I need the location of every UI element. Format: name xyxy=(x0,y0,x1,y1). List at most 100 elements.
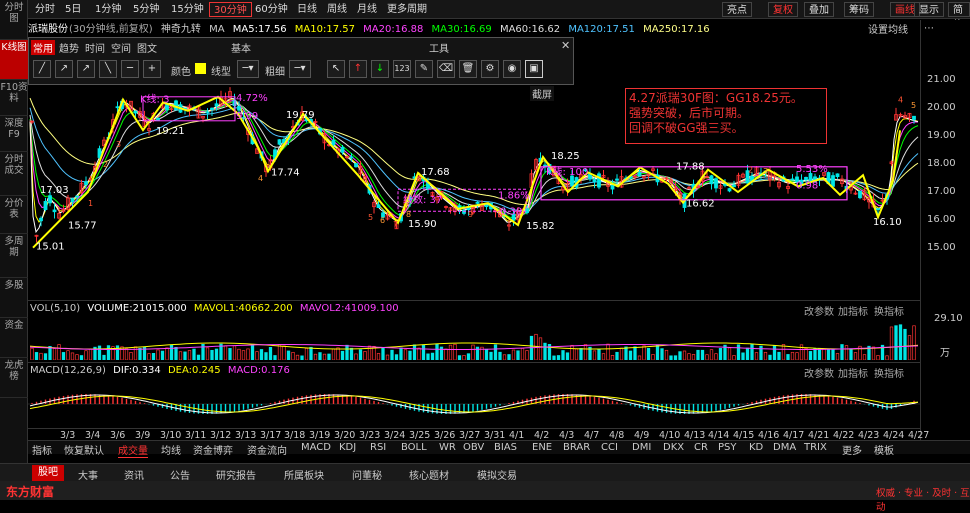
arrow-line-icon[interactable]: ↗ xyxy=(77,60,95,78)
price-tick-4: 17.00 xyxy=(927,186,956,197)
number-icon[interactable]: 123 xyxy=(393,60,411,78)
indicator-tab-19[interactable]: PSY xyxy=(718,442,737,453)
top-chips-button[interactable]: 筹码 xyxy=(844,2,874,17)
top-display-button[interactable]: 显示 xyxy=(914,2,944,17)
indicator-tab-21[interactable]: DMA xyxy=(773,442,796,453)
indicator-tab-9[interactable]: BOLL xyxy=(401,442,427,453)
sidebar-item-7[interactable]: 多股 xyxy=(0,278,28,318)
nav-3[interactable]: 公告 xyxy=(170,467,190,482)
nav-1[interactable]: 大事 xyxy=(78,467,98,482)
period-2[interactable]: 1分钟 xyxy=(91,2,125,17)
nav-4[interactable]: 研究报告 xyxy=(216,467,256,482)
indicator-tab-17[interactable]: DKX xyxy=(663,442,684,453)
horizontal-line-icon[interactable]: ─ xyxy=(121,60,139,78)
nav-5[interactable]: 所属板块 xyxy=(284,467,324,482)
linetype-select[interactable]: ─▾ xyxy=(237,60,259,78)
sidebar-item-1[interactable]: K线图 xyxy=(0,40,28,80)
indicator-tab-23[interactable]: 更多 xyxy=(842,442,862,457)
up-arrow-icon[interactable]: ↑ xyxy=(349,60,367,78)
indicator-tab-10[interactable]: WR xyxy=(439,442,456,453)
eye-icon[interactable]: ◉ xyxy=(503,60,521,78)
top-fq-button[interactable]: 复权 xyxy=(768,2,798,17)
sidebar-item-0[interactable]: 分时图 xyxy=(0,0,28,40)
line-segment-icon[interactable]: ╱ xyxy=(33,60,51,78)
indicator-tab-22[interactable]: TRIX xyxy=(804,442,827,453)
sidebar-item-4[interactable]: 分时成交 xyxy=(0,152,28,196)
sidebar-item-3[interactable]: 深度F9 xyxy=(0,116,28,152)
indicator-tab-8[interactable]: RSI xyxy=(370,442,386,453)
nav-2[interactable]: 资讯 xyxy=(124,467,144,482)
screenshot-icon[interactable]: ▣ xyxy=(525,60,543,78)
sidebar-item-5[interactable]: 分价表 xyxy=(0,196,28,234)
indicator-tab-1[interactable]: 恢复默认 xyxy=(64,442,104,457)
volume-bar xyxy=(39,352,43,360)
candle-body xyxy=(876,208,880,211)
period-7[interactable]: 日线 xyxy=(293,2,321,17)
period-5[interactable]: 30分钟 xyxy=(209,2,252,17)
indicator-tab-4[interactable]: 资金博弈 xyxy=(193,442,233,457)
pen-icon[interactable]: ✎ xyxy=(415,60,433,78)
tab-common[interactable]: 常用 xyxy=(31,40,55,55)
indicator-tab-11[interactable]: OBV xyxy=(463,442,484,453)
volume-bar xyxy=(822,348,826,360)
indicator-tab-3[interactable]: 均线 xyxy=(161,442,181,457)
volume-bar xyxy=(894,325,898,360)
indicator-tab-16[interactable]: DMI xyxy=(632,442,651,453)
indicator-tab-12[interactable]: BIAS xyxy=(494,442,517,453)
sidebar-item-9[interactable]: 龙虎榜 xyxy=(0,358,28,398)
indicator-tab-6[interactable]: MACD xyxy=(301,442,331,453)
indicator-tab-24[interactable]: 模板 xyxy=(874,442,894,457)
indicator-tab-2[interactable]: 成交量 xyxy=(118,442,148,458)
extended-line-icon[interactable]: ╲ xyxy=(99,60,117,78)
candle-body xyxy=(615,178,619,181)
period-10[interactable]: 更多周期 xyxy=(383,2,431,17)
period-0[interactable]: 分时 xyxy=(31,2,59,17)
color-swatch[interactable] xyxy=(195,63,206,74)
sidebar-item-8[interactable]: 资金 xyxy=(0,318,28,358)
sidebar-item-6[interactable]: 多周期 xyxy=(0,234,28,278)
nav-8[interactable]: 模拟交易 xyxy=(477,467,517,482)
top-highlight-button[interactable]: 亮点 xyxy=(722,2,752,17)
period-4[interactable]: 15分钟 xyxy=(167,2,208,17)
period-8[interactable]: 周线 xyxy=(323,2,351,17)
top-overlay-button[interactable]: 叠加 xyxy=(804,2,834,17)
volume-bar xyxy=(232,345,237,360)
indicator-tab-0[interactable]: 指标 xyxy=(32,442,52,457)
nav-6[interactable]: 问董秘 xyxy=(352,467,382,482)
sidebar-item-2[interactable]: F10资料 xyxy=(0,80,28,116)
indicator-tab-5[interactable]: 资金流向 xyxy=(247,442,287,457)
period-9[interactable]: 月线 xyxy=(353,2,381,17)
top-simple-button[interactable]: 简约 xyxy=(948,2,970,31)
period-6[interactable]: 60分钟 xyxy=(251,2,292,17)
indicator-tab-18[interactable]: CR xyxy=(694,442,708,453)
candle-body xyxy=(835,173,840,177)
tab-time[interactable]: 时间 xyxy=(85,40,105,55)
plus-icon[interactable]: + xyxy=(143,60,161,78)
period-3[interactable]: 5分钟 xyxy=(129,2,163,17)
tab-space[interactable]: 空间 xyxy=(111,40,131,55)
indicator-tab-7[interactable]: KDJ xyxy=(339,442,356,453)
indicator-name[interactable]: 神奇九转 xyxy=(161,24,201,35)
volume-bar xyxy=(637,355,642,360)
trash-icon[interactable]: 🗑 xyxy=(459,60,477,78)
tab-graphic[interactable]: 图文 xyxy=(137,40,157,55)
ray-line-icon[interactable]: ↗ xyxy=(55,60,73,78)
thickness-select[interactable]: ─▾ xyxy=(289,60,311,78)
indicator-tab-20[interactable]: KD xyxy=(749,442,763,453)
tab-trend[interactable]: 趋势 xyxy=(59,40,79,55)
set-ma-button[interactable]: 设置均线 xyxy=(868,21,908,36)
close-icon[interactable]: ✕ xyxy=(561,39,570,52)
down-arrow-icon[interactable]: ↓ xyxy=(371,60,389,78)
nav-7[interactable]: 核心题材 xyxy=(409,467,449,482)
indicator-tab-13[interactable]: ENE xyxy=(532,442,552,453)
top-right-menu[interactable]: ⋯ xyxy=(924,23,934,34)
indicator-tab-15[interactable]: CCI xyxy=(601,442,618,453)
eraser-icon[interactable]: ⌫ xyxy=(437,60,455,78)
cursor-icon[interactable]: ↖ xyxy=(327,60,345,78)
indicator-tab-14[interactable]: BRAR xyxy=(563,442,590,453)
nav-0[interactable]: 股吧 xyxy=(32,465,64,481)
period-1[interactable]: 5日 xyxy=(61,2,85,17)
volume-bar xyxy=(259,349,264,360)
settings-icon[interactable]: ⚙ xyxy=(481,60,499,78)
text-annotation[interactable]: 4.27派瑞30F图：GG18.25元。 强势突破，后市可期。 回调不破GG强三… xyxy=(625,88,827,144)
